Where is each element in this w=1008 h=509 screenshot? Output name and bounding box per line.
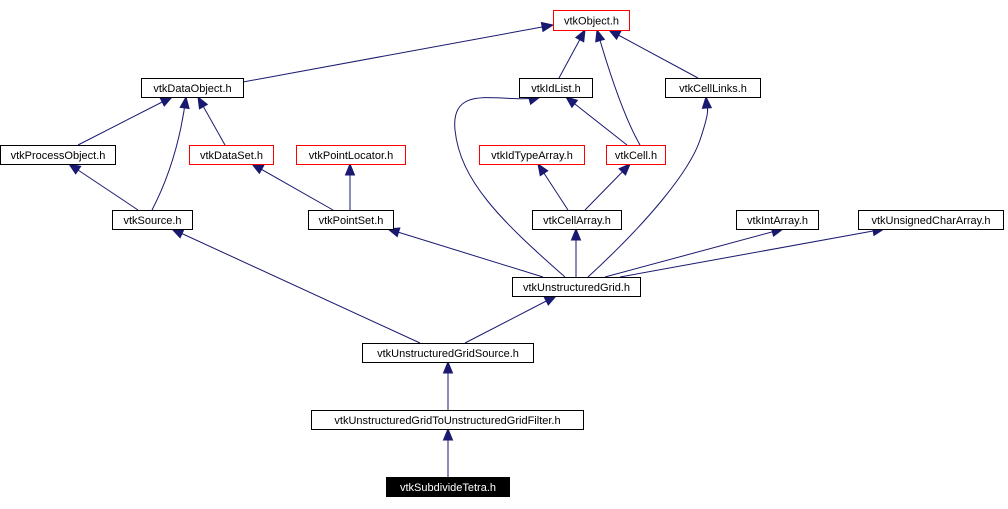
arrowhead-icon <box>564 96 579 109</box>
node-label: vtkIntArray.h <box>747 215 808 227</box>
arrowhead-icon <box>197 95 209 110</box>
edge-vtkDataObject-to-vtkObject <box>242 24 554 83</box>
edge-vtkUnstructuredGrid-to-vtkIdList <box>454 96 566 278</box>
node-label: vtkUnstructuredGrid.h <box>523 282 630 294</box>
edge-vtkUnstructuredGrid-to-vtkUnsignedCharArray <box>619 228 885 278</box>
node-label: vtkProcessObject.h <box>11 150 106 162</box>
node-vtkPointSet[interactable]: vtkPointSet.h <box>308 210 394 230</box>
arrowhead-icon <box>574 28 586 43</box>
edge-vtkCell-to-vtkIdList <box>565 96 628 146</box>
edge-vtkPointSet-to-vtkDataSet <box>251 163 334 211</box>
node-label: vtkIdList.h <box>531 83 581 95</box>
arrowhead-icon <box>442 427 454 441</box>
arrowhead-icon <box>170 228 185 239</box>
edge-vtkCellLinks-to-vtkObject <box>608 29 699 79</box>
arrowhead-icon <box>701 95 713 109</box>
node-label: vtkUnstructuredGridToUnstructuredGridFil… <box>334 415 560 427</box>
node-vtkUGToUGFilter[interactable]: vtkUnstructuredGridToUnstructuredGridFil… <box>311 410 584 430</box>
node-vtkCellLinks[interactable]: vtkCellLinks.h <box>665 78 761 98</box>
edge-vtkUnstructuredGrid-to-vtkIntArray <box>604 228 784 278</box>
node-label: vtkPointSet.h <box>319 215 384 227</box>
arrowhead-icon <box>344 162 356 176</box>
edge-vtkUnstructuredGrid-to-vtkPointSet <box>387 228 544 278</box>
arrowhead-icon <box>570 227 582 241</box>
node-vtkIdTypeArray[interactable]: vtkIdTypeArray.h <box>479 145 585 165</box>
edge-vtkUnstructuredGridSource-to-vtkSource <box>171 228 421 344</box>
node-vtkCellArray[interactable]: vtkCellArray.h <box>532 210 622 230</box>
edge-vtkSource-to-vtkProcessObject <box>68 163 139 211</box>
edge-vtkProcessObject-to-vtkDataObject <box>77 96 173 146</box>
node-vtkCell[interactable]: vtkCell.h <box>606 145 666 165</box>
edge-vtkUnstructuredGrid-to-vtkCellLinks <box>587 96 709 278</box>
node-vtkIntArray[interactable]: vtkIntArray.h <box>736 210 819 230</box>
arrowhead-icon <box>607 29 622 41</box>
node-label: vtkDataSet.h <box>200 150 263 162</box>
node-vtkSource[interactable]: vtkSource.h <box>112 210 193 230</box>
node-vtkDataObject[interactable]: vtkDataObject.h <box>141 78 244 98</box>
node-vtkSubdivideTetra: vtkSubdivideTetra.h <box>386 477 510 497</box>
arrowhead-icon <box>250 163 265 175</box>
node-vtkObject[interactable]: vtkObject.h <box>553 10 630 31</box>
nodes-layer: vtkObject.h vtkDataObject.h vtkIdList.h vtk… <box>0 10 1004 497</box>
node-label: vtkObject.h <box>564 16 619 28</box>
node-label: vtkSource.h <box>123 215 181 227</box>
node-vtkPointLocator[interactable]: vtkPointLocator.h <box>296 145 406 165</box>
node-label: vtkUnsignedCharArray.h <box>871 215 990 227</box>
node-vtkDataSet[interactable]: vtkDataSet.h <box>189 145 274 165</box>
node-label: vtkCell.h <box>615 150 657 162</box>
node-label: vtkCellArray.h <box>543 215 611 227</box>
include-dependency-graph: vtkObject.h vtkDataObject.h vtkIdList.h vtk… <box>0 10 1004 497</box>
node-vtkUnstructuredGridSource[interactable]: vtkUnstructuredGridSource.h <box>362 343 534 363</box>
arrowhead-icon <box>595 28 606 43</box>
node-label: vtkPointLocator.h <box>309 150 393 162</box>
edge-vtkCell-to-vtkObject <box>596 29 641 146</box>
node-vtkIdList[interactable]: vtkIdList.h <box>519 78 593 98</box>
node-label: vtkSubdivideTetra.h <box>400 482 496 494</box>
edge-vtkSource-to-vtkDataObject <box>151 96 187 211</box>
node-label: vtkIdTypeArray.h <box>491 150 573 162</box>
arrowhead-icon <box>179 95 190 110</box>
node-label: vtkUnstructuredGridSource.h <box>377 348 519 360</box>
node-vtkUnstructuredGrid[interactable]: vtkUnstructuredGrid.h <box>512 277 641 297</box>
arrowhead-icon <box>543 295 558 306</box>
arrowhead-icon <box>67 163 82 175</box>
edge-vtkUnstructuredGridSource-to-vtkUnstructuredGrid <box>464 295 557 344</box>
arrowhead-icon <box>537 162 549 177</box>
node-label: vtkDataObject.h <box>153 83 231 95</box>
arrowhead-icon <box>540 21 555 33</box>
arrowhead-icon <box>442 360 454 374</box>
arrowhead-icon <box>159 96 174 107</box>
node-vtkProcessObject[interactable]: vtkProcessObject.h <box>0 145 116 165</box>
node-vtkUnsignedCharArray[interactable]: vtkUnsignedCharArray.h <box>858 210 1004 230</box>
node-label: vtkCellLinks.h <box>679 83 747 95</box>
